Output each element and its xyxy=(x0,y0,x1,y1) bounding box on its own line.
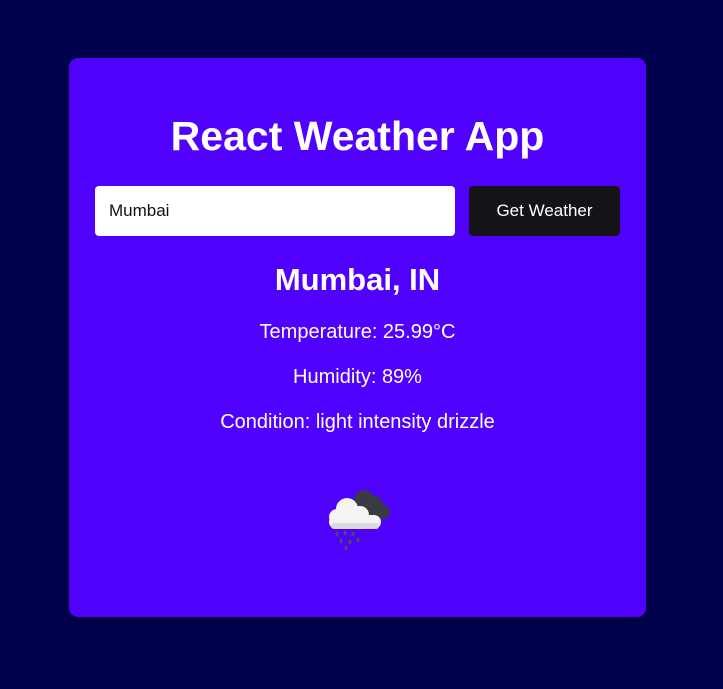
page-title: React Weather App xyxy=(170,113,545,159)
location-heading: Mumbai, IN xyxy=(274,262,441,297)
search-form: Get Weather xyxy=(95,186,620,236)
condition-text: Condition: light intensity drizzle xyxy=(220,411,495,433)
city-input[interactable] xyxy=(95,186,455,236)
weather-card: React Weather App Get Weather Mumbai, IN… xyxy=(69,58,646,617)
temperature-text: Temperature: 25.99°C xyxy=(259,321,456,343)
drizzle-cloud-icon xyxy=(317,482,397,562)
humidity-text: Humidity: 89% xyxy=(293,366,422,388)
get-weather-button[interactable]: Get Weather xyxy=(469,186,620,236)
